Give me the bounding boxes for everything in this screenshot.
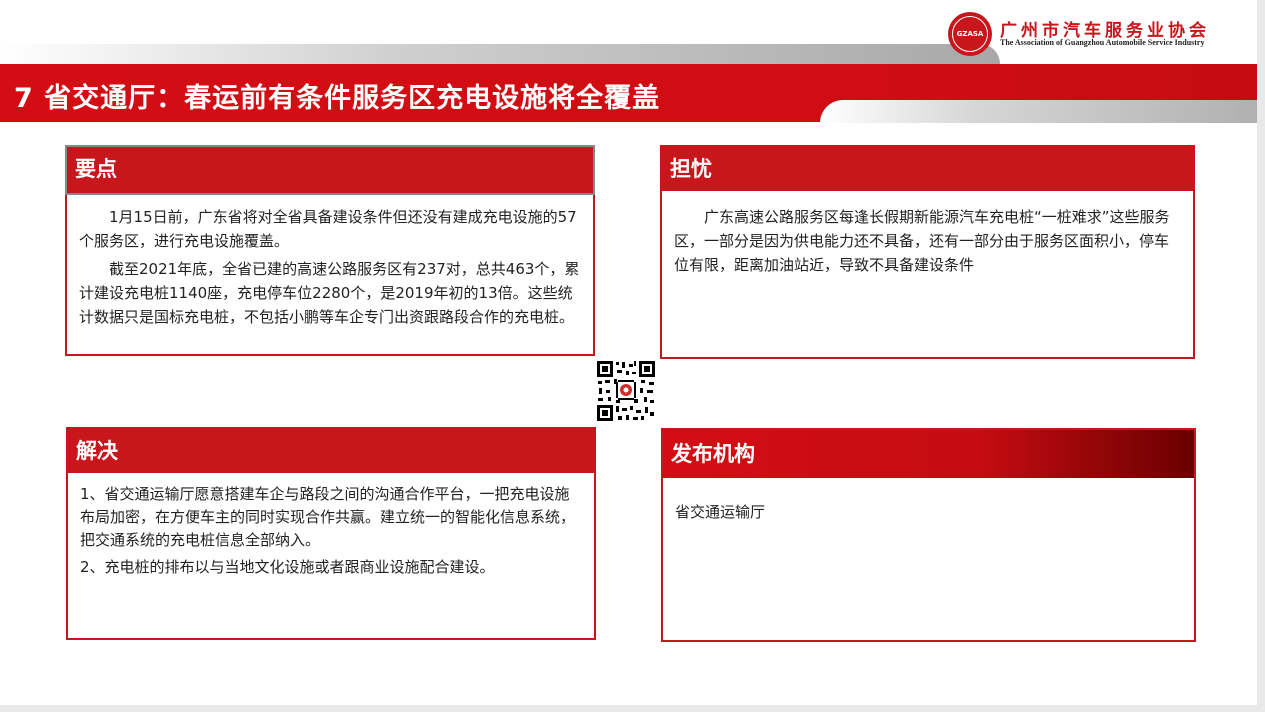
paragraph: 省交通运输厅 bbox=[675, 503, 766, 521]
card-publisher: 发布机构 省交通运输厅 bbox=[661, 428, 1196, 642]
card-heading: 要点 bbox=[65, 145, 595, 195]
association-seal-icon: GZASA bbox=[948, 12, 992, 56]
paragraph: 广东高速公路服务区每逢长假期新能源汽车充电桩“一桩难求”这些服务区，一部分是因为… bbox=[674, 208, 1170, 274]
card-concerns: 担忧 广东高速公路服务区每逢长假期新能源汽车充电桩“一桩难求”这些服务区，一部分… bbox=[660, 145, 1195, 359]
slide: 7 省交通厅：春运前有条件服务区充电设施将全覆盖 GZASA 广州市汽车服务业协… bbox=[0, 0, 1257, 705]
paragraph: 1月15日前，广东省将对全省具备建设条件但还没有建成充电设施的57个服务区，进行… bbox=[79, 208, 577, 250]
card-key-points: 要点 1月15日前，广东省将对全省具备建设条件但还没有建成充电设施的57个服务区… bbox=[65, 145, 595, 356]
card-heading: 发布机构 bbox=[663, 430, 1194, 478]
top-decor-swoosh bbox=[0, 44, 1000, 64]
paragraph: 2、充电桩的排布以与当地文化设施或者跟商业设施配合建设。 bbox=[80, 558, 495, 576]
card-heading: 解决 bbox=[68, 429, 594, 473]
paragraph: 1、省交通运输厅愿意搭建车企与路段之间的沟通合作平台，一把充电设施布局加密，在方… bbox=[80, 485, 576, 549]
association-logo: GZASA 广州市汽车服务业协会 The Association of Guan… bbox=[948, 12, 1248, 60]
paragraph: 截至2021年底，全省已建的高速公路服务区有237对，总共463个，累计建设充电… bbox=[79, 260, 580, 326]
qr-code-icon bbox=[596, 360, 656, 422]
page-title: 7 省交通厅：春运前有条件服务区充电设施将全覆盖 bbox=[14, 83, 661, 114]
card-heading: 担忧 bbox=[662, 147, 1193, 191]
org-name-en: The Association of Guangzhou Automobile … bbox=[1000, 38, 1205, 47]
title-decor-swoosh bbox=[820, 100, 1257, 123]
card-solution: 解决 1、省交通运输厅愿意搭建车企与路段之间的沟通合作平台，一把充电设施布局加密… bbox=[66, 427, 596, 640]
